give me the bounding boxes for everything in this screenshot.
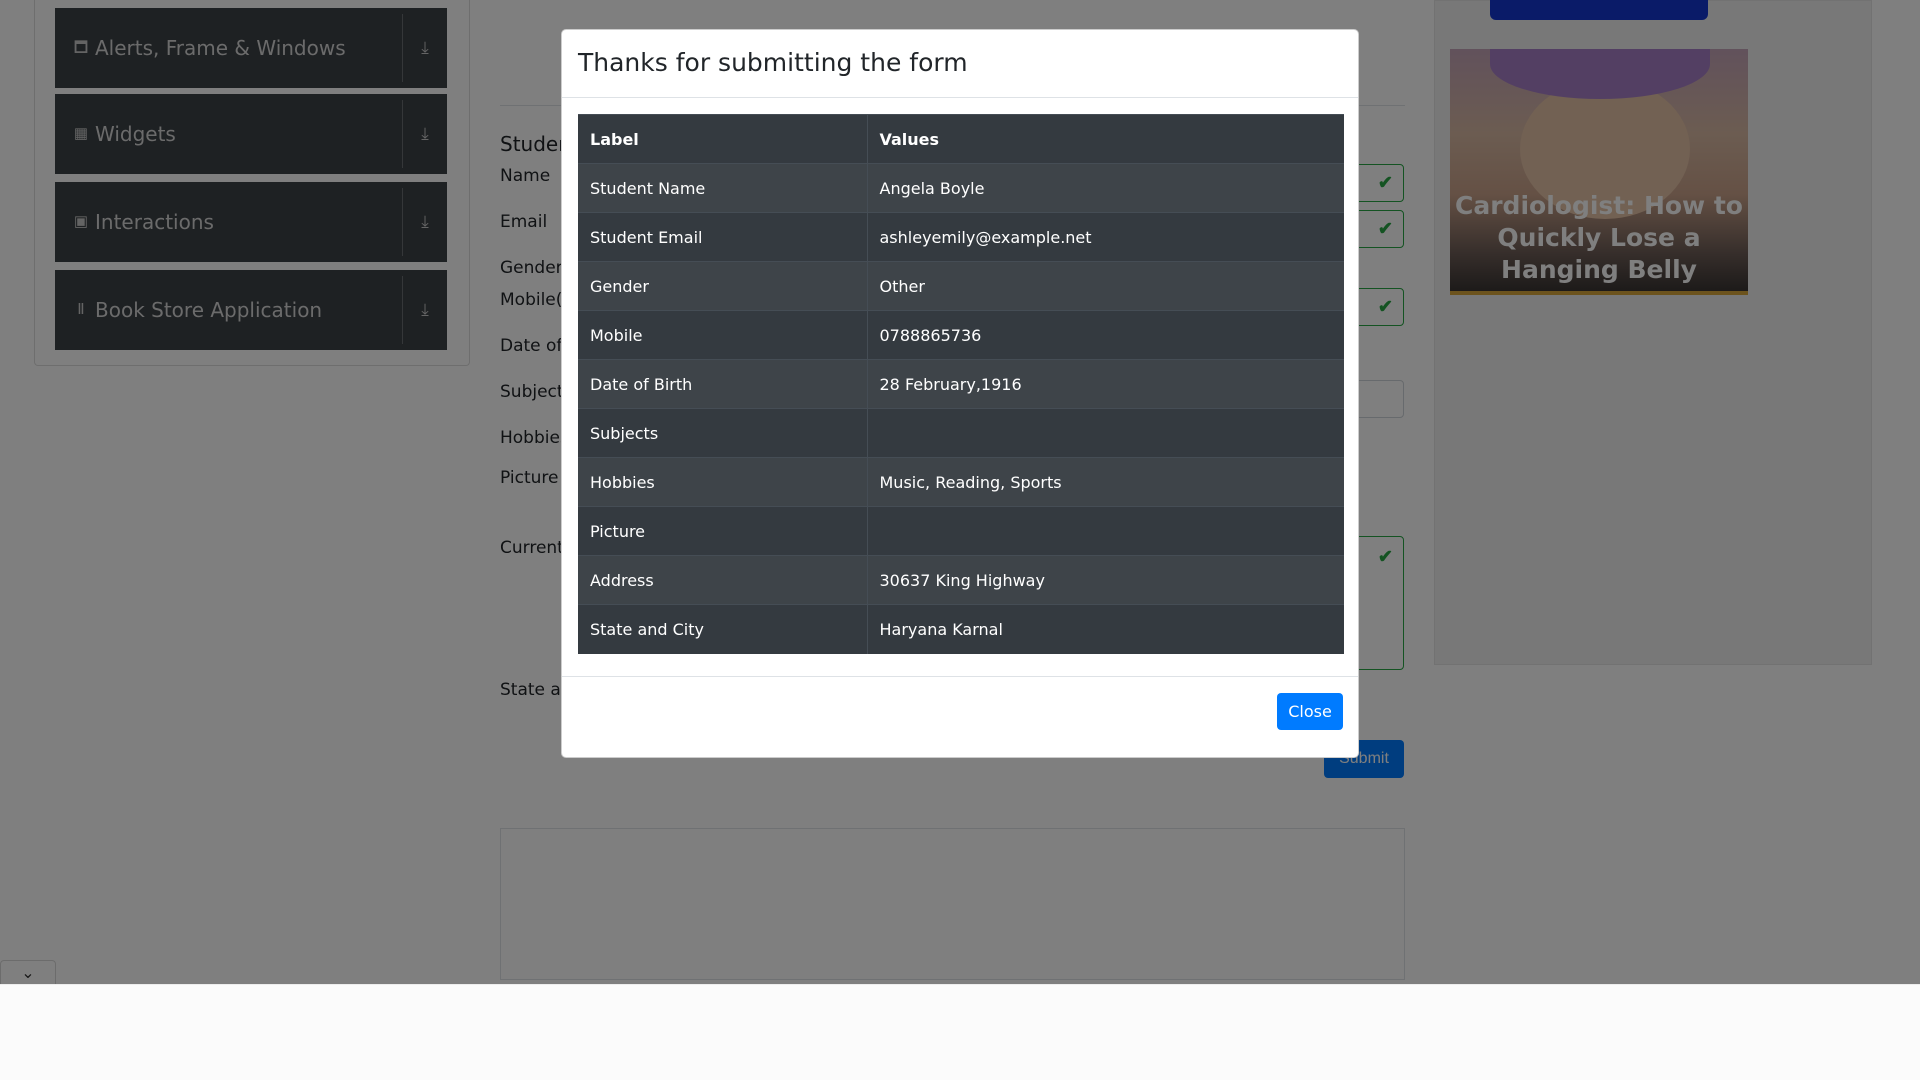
row-value: Other <box>867 261 1344 311</box>
table-row: Student Name Angela Boyle <box>578 163 1344 213</box>
modal-body: Label Values Student Name Angela Boyle S… <box>562 98 1358 677</box>
row-label: Mobile <box>578 310 868 360</box>
row-value: ashleyemily@example.net <box>867 212 1344 262</box>
table-header-row: Label Values <box>578 114 1344 164</box>
table-row: Student Email ashleyemily@example.net <box>578 212 1344 262</box>
footer-ad-strip <box>0 984 1920 1080</box>
column-header-values: Values <box>867 114 1344 164</box>
results-table: Label Values Student Name Angela Boyle S… <box>578 114 1344 654</box>
row-value: Angela Boyle <box>867 163 1344 213</box>
column-header-label: Label <box>578 114 868 164</box>
row-label: Gender <box>578 261 868 311</box>
row-label: Date of Birth <box>578 359 868 409</box>
table-row: Address 30637 King Highway <box>578 555 1344 605</box>
row-value <box>867 506 1344 556</box>
table-row: Mobile 0788865736 <box>578 310 1344 360</box>
row-label: Student Name <box>578 163 868 213</box>
submission-modal: Thanks for submitting the form Label Val… <box>561 29 1359 758</box>
row-value: Haryana Karnal <box>867 604 1344 654</box>
row-value <box>867 408 1344 458</box>
row-label: Hobbies <box>578 457 868 507</box>
modal-header: Thanks for submitting the form <box>562 30 1358 98</box>
row-value: 30637 King Highway <box>867 555 1344 605</box>
table-row: Date of Birth 28 February,1916 <box>578 359 1344 409</box>
table-row: Gender Other <box>578 261 1344 311</box>
row-label: Subjects <box>578 408 868 458</box>
row-value: 28 February,1916 <box>867 359 1344 409</box>
row-label: State and City <box>578 604 868 654</box>
table-row: State and City Haryana Karnal <box>578 604 1344 654</box>
table-row: Subjects <box>578 408 1344 458</box>
table-row: Hobbies Music, Reading, Sports <box>578 457 1344 507</box>
row-label: Address <box>578 555 868 605</box>
row-label: Picture <box>578 506 868 556</box>
row-label: Student Email <box>578 212 868 262</box>
row-value: 0788865736 <box>867 310 1344 360</box>
close-button[interactable]: Close <box>1277 693 1343 730</box>
row-value: Music, Reading, Sports <box>867 457 1344 507</box>
modal-title: Thanks for submitting the form <box>578 48 968 77</box>
table-row: Picture <box>578 506 1344 556</box>
modal-footer: Close <box>562 677 1358 757</box>
